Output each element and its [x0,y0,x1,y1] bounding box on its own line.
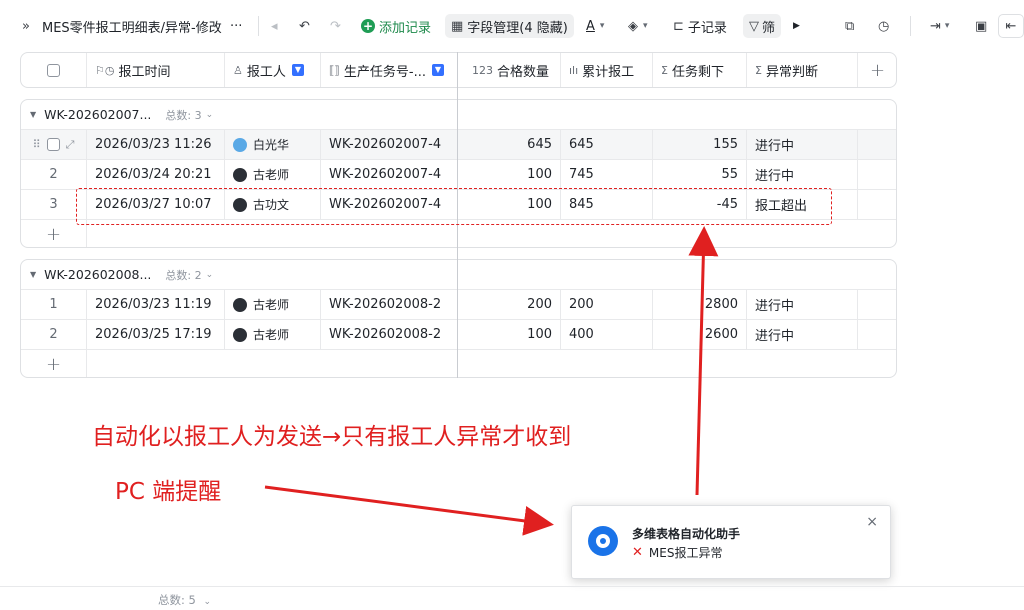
notification-toast[interactable]: 多维表格自动化助手 ✕ MES报工异常 × [571,505,891,579]
footer-bar: 总数: 5 ⌄ [0,586,1024,610]
assistant-logo-icon [588,526,618,556]
toast-title: 多维表格自动化助手 [632,527,741,541]
chevron-down-icon: ⌄ [203,597,212,607]
annotation-text-2: PC 端提醒 [115,479,222,505]
arrow-up [688,226,719,496]
total-count[interactable]: 总数: 5 ⌄ [158,592,211,608]
arrow-right [264,485,554,536]
close-icon[interactable]: × [866,514,878,530]
toast-message: ✕ MES报工异常 [632,545,723,560]
annotation-text-1: 自动化以报工人为发送→只有报工人异常才收到 [92,424,572,450]
error-x-icon: ✕ [632,545,643,560]
